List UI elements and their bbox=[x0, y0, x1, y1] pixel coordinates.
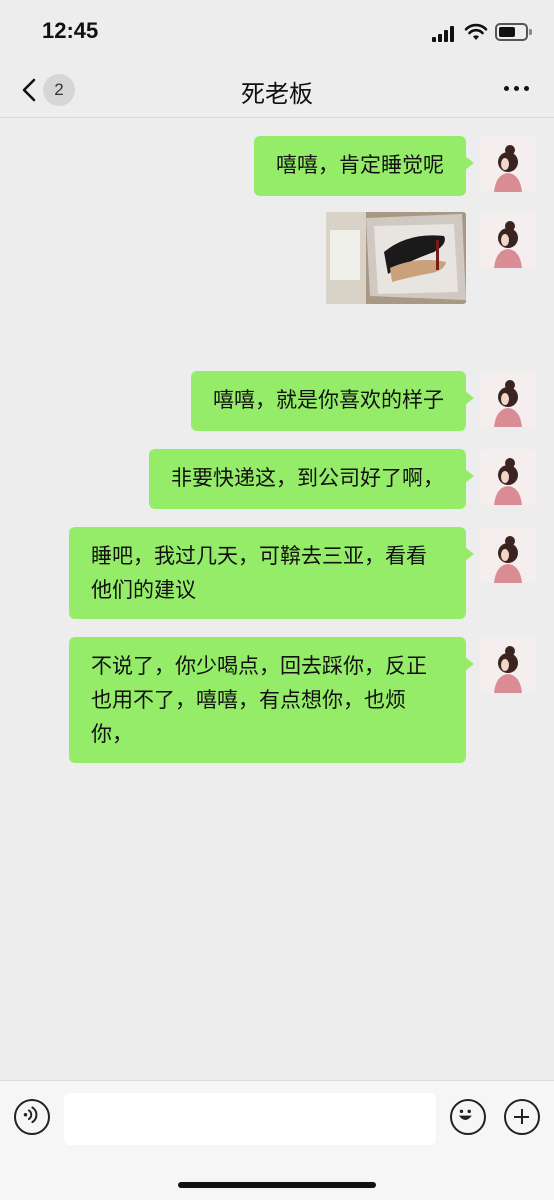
message-row bbox=[0, 212, 554, 304]
voice-input-button[interactable] bbox=[14, 1099, 50, 1135]
wifi-icon bbox=[464, 23, 488, 40]
message-bubble[interactable]: 非要快递这，到公司好了啊， bbox=[149, 449, 474, 509]
chat-header: 2 死老板 bbox=[0, 62, 554, 118]
battery-icon bbox=[495, 23, 532, 41]
voice-icon bbox=[23, 1106, 38, 1124]
avatar[interactable] bbox=[480, 637, 536, 693]
more-options-icon[interactable] bbox=[504, 84, 530, 94]
message-row: 嘻嘻，就是你喜欢的样子 bbox=[0, 371, 554, 431]
message-row: 嘻嘻，肯定睡觉呢 bbox=[0, 136, 554, 196]
message-bubble[interactable]: 睡吧，我过几天，可鞥去三亚，看看他们的建议 bbox=[69, 527, 474, 619]
message-bubble[interactable]: 嘻嘻，就是你喜欢的样子 bbox=[191, 371, 474, 431]
shoe-box-photo[interactable] bbox=[326, 212, 466, 304]
avatar[interactable] bbox=[480, 212, 536, 268]
avatar[interactable] bbox=[480, 527, 536, 583]
avatar[interactable] bbox=[480, 136, 536, 192]
status-bar: 12:45 bbox=[0, 0, 554, 62]
emoji-button[interactable] bbox=[450, 1099, 486, 1135]
avatar[interactable] bbox=[480, 449, 536, 505]
message-row: 非要快递这，到公司好了啊， bbox=[0, 449, 554, 509]
message-bubble[interactable]: 嘻嘻，肯定睡觉呢 bbox=[254, 136, 474, 196]
emoji-icon bbox=[458, 1109, 472, 1120]
cellular-signal-icon bbox=[432, 26, 458, 42]
avatar[interactable] bbox=[480, 371, 536, 427]
chat-title: 死老板 bbox=[241, 80, 313, 108]
message-bubble[interactable]: 不说了，你少喝点，回去踩你，反正也用不了，嘻嘻，有点想你，也烦你， bbox=[69, 637, 474, 763]
status-time: 12:45 bbox=[42, 18, 99, 43]
more-features-button[interactable] bbox=[504, 1099, 540, 1135]
message-input[interactable] bbox=[64, 1093, 436, 1145]
message-row: 不说了，你少喝点，回去踩你，反正也用不了，嘻嘻，有点想你，也烦你， bbox=[0, 637, 554, 763]
home-indicator[interactable] bbox=[178, 1182, 376, 1188]
message-row: 睡吧，我过几天，可鞥去三亚，看看他们的建议 bbox=[0, 527, 554, 620]
